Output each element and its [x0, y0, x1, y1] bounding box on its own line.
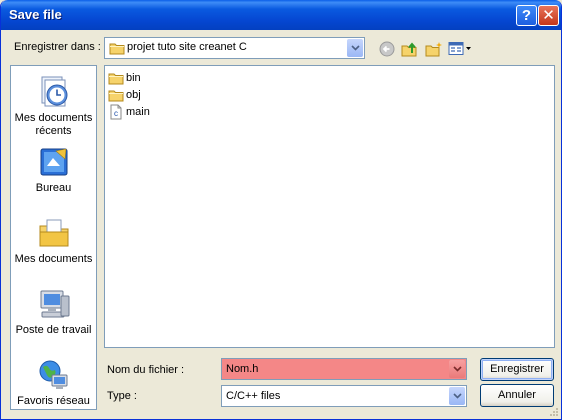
- file-name: main: [126, 106, 150, 118]
- chevron-down-icon: [452, 393, 462, 399]
- lookin-value: projet tuto site creanet C: [127, 41, 247, 53]
- file-name: bin: [126, 72, 141, 84]
- filetype-value: C/C++ files: [226, 390, 281, 402]
- up-folder-button[interactable]: [400, 40, 420, 58]
- filetype-dropdown[interactable]: C/C++ files: [221, 385, 467, 407]
- places-bar: Mes documents récents Bureau Mes documen…: [10, 65, 97, 410]
- view-menu-icon: [448, 42, 471, 55]
- c-file-icon: c: [110, 104, 122, 120]
- place-label: Bureau: [35, 182, 72, 194]
- place-desktop[interactable]: Bureau: [11, 145, 96, 195]
- place-label: Favoris réseau: [17, 395, 90, 407]
- close-icon: ✕: [542, 7, 555, 24]
- lookin-label: Enregistrer dans :: [14, 41, 101, 53]
- view-menu-button[interactable]: [447, 40, 473, 58]
- chevron-down-icon: [350, 45, 360, 51]
- close-button[interactable]: ✕: [538, 5, 559, 26]
- lookin-dropdown[interactable]: projet tuto site creanet C: [104, 37, 365, 59]
- place-my-documents[interactable]: Mes documents: [11, 216, 96, 266]
- folder-icon: [108, 73, 124, 85]
- chevron-down-icon: [452, 366, 462, 372]
- filename-input[interactable]: Nom.h: [221, 358, 467, 380]
- file-name: obj: [126, 89, 141, 101]
- c-file-badge: c: [114, 109, 118, 118]
- window-title: Save file: [9, 7, 62, 22]
- desktop-icon: [40, 148, 67, 176]
- filename-dropdown-arrow[interactable]: [449, 360, 465, 378]
- help-button[interactable]: ?: [516, 5, 537, 26]
- help-icon: ?: [521, 7, 532, 24]
- my-computer-icon: [40, 290, 69, 318]
- my-documents-icon: [39, 219, 68, 247]
- place-network-places[interactable]: Favoris réseau: [11, 358, 96, 408]
- place-label: Mes documents: [14, 253, 93, 265]
- title-bar[interactable]: Save file ? ✕: [1, 0, 561, 30]
- back-button[interactable]: [377, 40, 397, 58]
- filename-label: Nom du fichier :: [107, 364, 185, 376]
- back-icon: [379, 41, 395, 57]
- resize-grip-icon[interactable]: [549, 407, 559, 417]
- save-button[interactable]: Enregistrer: [480, 358, 554, 381]
- lookin-dropdown-arrow[interactable]: [347, 39, 363, 57]
- place-recent-documents[interactable]: Mes documents récents: [11, 75, 96, 138]
- folder-icon: [108, 90, 124, 102]
- filetype-label: Type :: [107, 390, 137, 402]
- recent-documents-icon: [41, 76, 67, 107]
- folder-icon: [109, 43, 125, 55]
- file-item-folder[interactable]: bin: [108, 70, 141, 86]
- place-label: Poste de travail: [15, 324, 92, 336]
- place-label: Mes documents récents: [14, 112, 93, 137]
- up-folder-icon: [401, 42, 417, 57]
- network-places-icon: [39, 360, 67, 389]
- file-item-folder[interactable]: obj: [108, 87, 141, 103]
- file-item-c-file[interactable]: c main: [108, 104, 150, 120]
- filetype-dropdown-arrow[interactable]: [449, 387, 465, 405]
- save-file-dialog: Save file ? ✕ Enregistrer dans : projet …: [0, 0, 562, 420]
- filename-value: Nom.h: [226, 363, 259, 375]
- file-list[interactable]: bin obj c main: [104, 65, 555, 348]
- cancel-button[interactable]: Annuler: [480, 384, 554, 407]
- place-my-computer[interactable]: Poste de travail: [11, 287, 96, 337]
- new-folder-icon: [425, 42, 442, 57]
- new-folder-button[interactable]: [424, 40, 444, 58]
